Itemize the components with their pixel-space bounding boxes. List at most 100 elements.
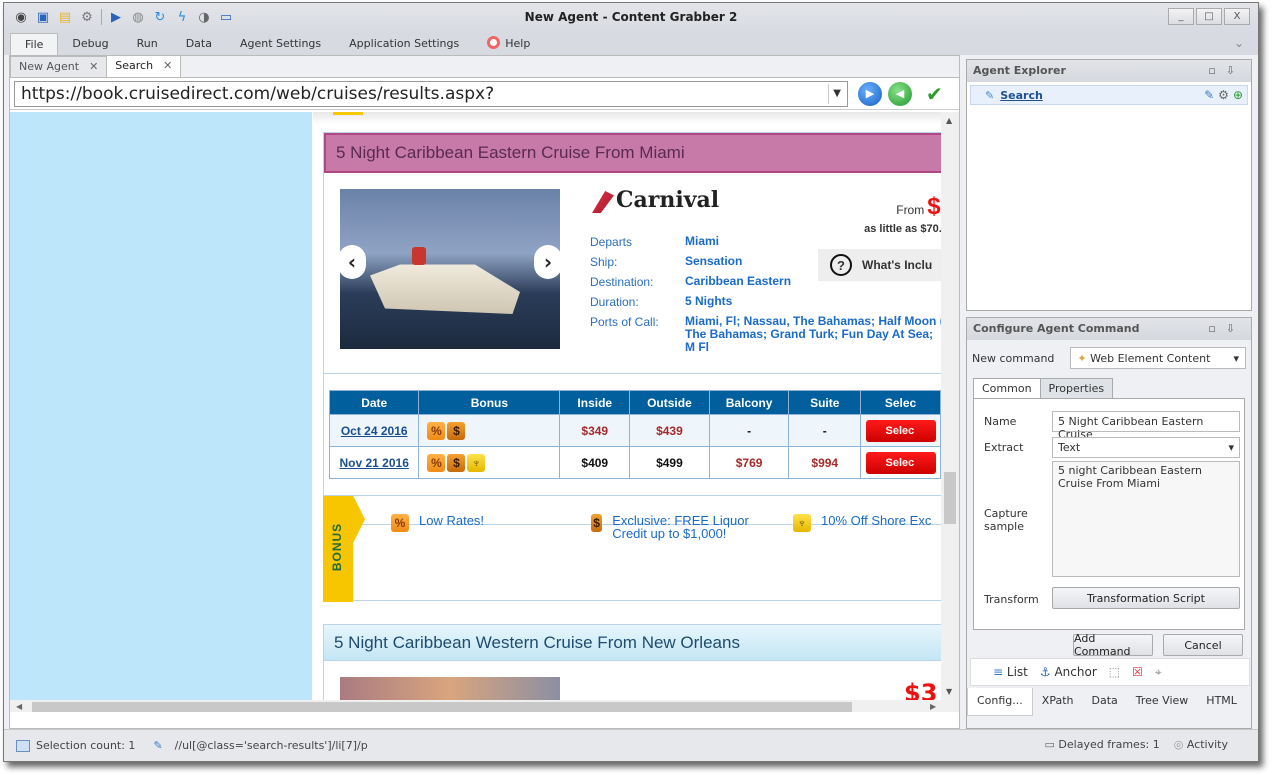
whats-included-button[interactable]: ? What's Inclu (818, 249, 941, 281)
cruise-body: ‹ › Carnival Departs Miami Ship: Sensation… (324, 173, 941, 373)
name-label: Name (984, 415, 1017, 428)
horizontal-scrollbar[interactable]: ◀ ▶ (10, 700, 959, 712)
next-image-button[interactable]: › (534, 245, 562, 279)
transformation-script-button[interactable]: Transformation Script (1052, 587, 1240, 609)
menu-bar: File Debug Run Data Agent Settings Appli… (4, 31, 1258, 55)
tab-search[interactable]: Search ✕ (106, 55, 182, 77)
contrast-icon[interactable]: ◑ (193, 6, 215, 28)
bonus-section: BONUS % Low Rates! $ Exclusive: FREE Liquo… (323, 495, 941, 602)
tab-new-agent[interactable]: New Agent ✕ (10, 56, 108, 77)
ship-image (340, 189, 560, 349)
scroll-thumb[interactable] (944, 472, 956, 524)
edit-xpath-icon[interactable]: ✎ (153, 739, 162, 752)
detail-value: 5 Nights (685, 294, 733, 308)
close-button[interactable]: X (1224, 8, 1250, 25)
select-button[interactable]: Selec (865, 419, 936, 442)
dropdown-arrow-icon[interactable]: ▼ (828, 83, 841, 104)
minimize-button[interactable]: _ (1168, 8, 1194, 25)
screenshot-icon[interactable]: ▭ (215, 6, 237, 28)
menu-run[interactable]: Run (123, 33, 172, 54)
tab-xpath[interactable]: XPath (1033, 688, 1083, 716)
dollar-icon: $ (447, 421, 466, 440)
tab-tree-view[interactable]: Tree View (1127, 688, 1198, 716)
panel-controls[interactable]: ▫⇩ (1208, 322, 1245, 336)
select-button[interactable]: Selec (865, 451, 936, 474)
price-amount: $3 (904, 679, 938, 700)
app-icon[interactable]: ◉ (10, 6, 32, 28)
suite-price: $994 (788, 446, 862, 479)
date-cell: Oct 24 2016 (328, 414, 420, 447)
selection-overlay (10, 112, 312, 700)
menu-agent-settings[interactable]: Agent Settings (226, 33, 335, 54)
go-button[interactable]: ▶ (858, 81, 882, 106)
tab-common[interactable]: Common (973, 378, 1041, 398)
menu-application-settings[interactable]: Application Settings (335, 33, 473, 54)
table-row: Nov 21 2016 % $ ♆ $409 $499 $769 $994 Sele… (328, 446, 941, 479)
detail-key: Departs (590, 235, 633, 249)
outside-price: $499 (629, 446, 710, 479)
clear-selection-icon[interactable]: ☒ (1132, 665, 1143, 679)
cruise-title[interactable]: 5 Night Caribbean Western Cruise From Ne… (324, 625, 941, 661)
gear-icon[interactable]: ⚙ (1218, 88, 1229, 102)
tab-label: New Agent (19, 60, 80, 73)
col-balcony: Balcony (708, 390, 790, 415)
extract-select[interactable]: Text ▾ (1052, 437, 1240, 458)
refresh-icon[interactable]: ↻ (149, 6, 171, 28)
date-link[interactable]: Nov 21 2016 (340, 456, 409, 470)
edit-icon[interactable]: ✎ (1204, 88, 1214, 102)
scroll-right-icon[interactable]: ▶ (930, 702, 936, 711)
document-area: New Agent ✕ Search ✕ https://book.cruisedi… (9, 55, 960, 729)
add-command-button[interactable]: Add Command (1073, 632, 1153, 658)
anchor-button[interactable]: ⚓ Anchor (1040, 665, 1097, 679)
chevron-down-icon[interactable]: ⌄ (1234, 36, 1244, 50)
tab-config[interactable]: Config... (967, 688, 1033, 716)
carnival-fin-icon (592, 191, 614, 213)
scroll-thumb[interactable] (32, 702, 852, 712)
menu-data[interactable]: Data (172, 33, 226, 54)
cruise-title-highlighted[interactable]: 5 Night Caribbean Eastern Cruise From Mi… (324, 133, 941, 173)
select-region-icon[interactable]: ⬚ (1109, 665, 1120, 679)
maximize-button[interactable]: □ (1196, 8, 1222, 25)
name-input[interactable]: 5 Night Caribbean Eastern Cruise (1052, 411, 1240, 441)
scroll-left-icon[interactable]: ◀ (16, 702, 22, 711)
close-icon[interactable]: ✕ (163, 59, 172, 77)
date-link[interactable]: Oct 24 2016 (341, 424, 408, 438)
col-bonus: Bonus (418, 390, 561, 415)
back-button[interactable]: ◀ (888, 81, 912, 106)
add-icon[interactable]: ⊕ (1233, 88, 1243, 102)
lightning-icon[interactable]: ϟ (171, 6, 193, 28)
vertical-scrollbar[interactable]: ▲ ▼ (941, 112, 959, 700)
prev-image-button[interactable]: ‹ (338, 245, 366, 279)
url-input[interactable]: https://book.cruisedirect.com/web/cruise… (14, 80, 848, 107)
settings-icon[interactable]: ⚙ (76, 6, 98, 28)
panel-controls[interactable]: ▫⇩ (1208, 64, 1245, 78)
browser-view: 5 Night Caribbean Eastern Cruise From Mi… (10, 112, 959, 712)
target-icon[interactable]: ⌖ (1155, 665, 1162, 680)
config-tabs: Common Properties (973, 378, 1251, 398)
save-icon[interactable]: ▣ (32, 6, 54, 28)
agent-tree-item[interactable]: ✎ Search ✎ ⚙ ⊕ (970, 85, 1248, 105)
activity-label[interactable]: Activity (1187, 738, 1228, 751)
menu-debug[interactable]: Debug (58, 33, 122, 54)
tab-properties[interactable]: Properties (1039, 378, 1114, 398)
capture-sample-textarea[interactable]: 5 night Caribbean Eastern Cruise From Mi… (1052, 461, 1240, 577)
menu-help[interactable]: Help (473, 32, 544, 54)
run-icon[interactable]: ▶ (105, 6, 127, 28)
menu-file[interactable]: File (10, 33, 59, 55)
new-command-select[interactable]: ✦ Web Element Content ▾ (1070, 347, 1246, 369)
tab-html[interactable]: HTML (1197, 688, 1246, 716)
ship-shape (370, 264, 520, 314)
globe-icon[interactable]: ◍ (127, 6, 149, 28)
close-icon[interactable]: ✕ (89, 60, 98, 77)
cancel-button[interactable]: Cancel (1163, 634, 1243, 656)
checkmark-icon[interactable]: ✔ (926, 82, 943, 106)
tree-item-label[interactable]: Search (1000, 89, 1204, 102)
tab-data[interactable]: Data (1083, 688, 1127, 716)
brand-name: Carnival (616, 187, 720, 213)
col-select: Selec (860, 390, 941, 415)
percent-icon: % (427, 453, 446, 472)
scroll-down-icon[interactable]: ▼ (946, 687, 952, 696)
list-button[interactable]: ≡ List (993, 665, 1028, 679)
open-icon[interactable]: ▤ (54, 6, 76, 28)
scroll-up-icon[interactable]: ▲ (946, 116, 952, 125)
